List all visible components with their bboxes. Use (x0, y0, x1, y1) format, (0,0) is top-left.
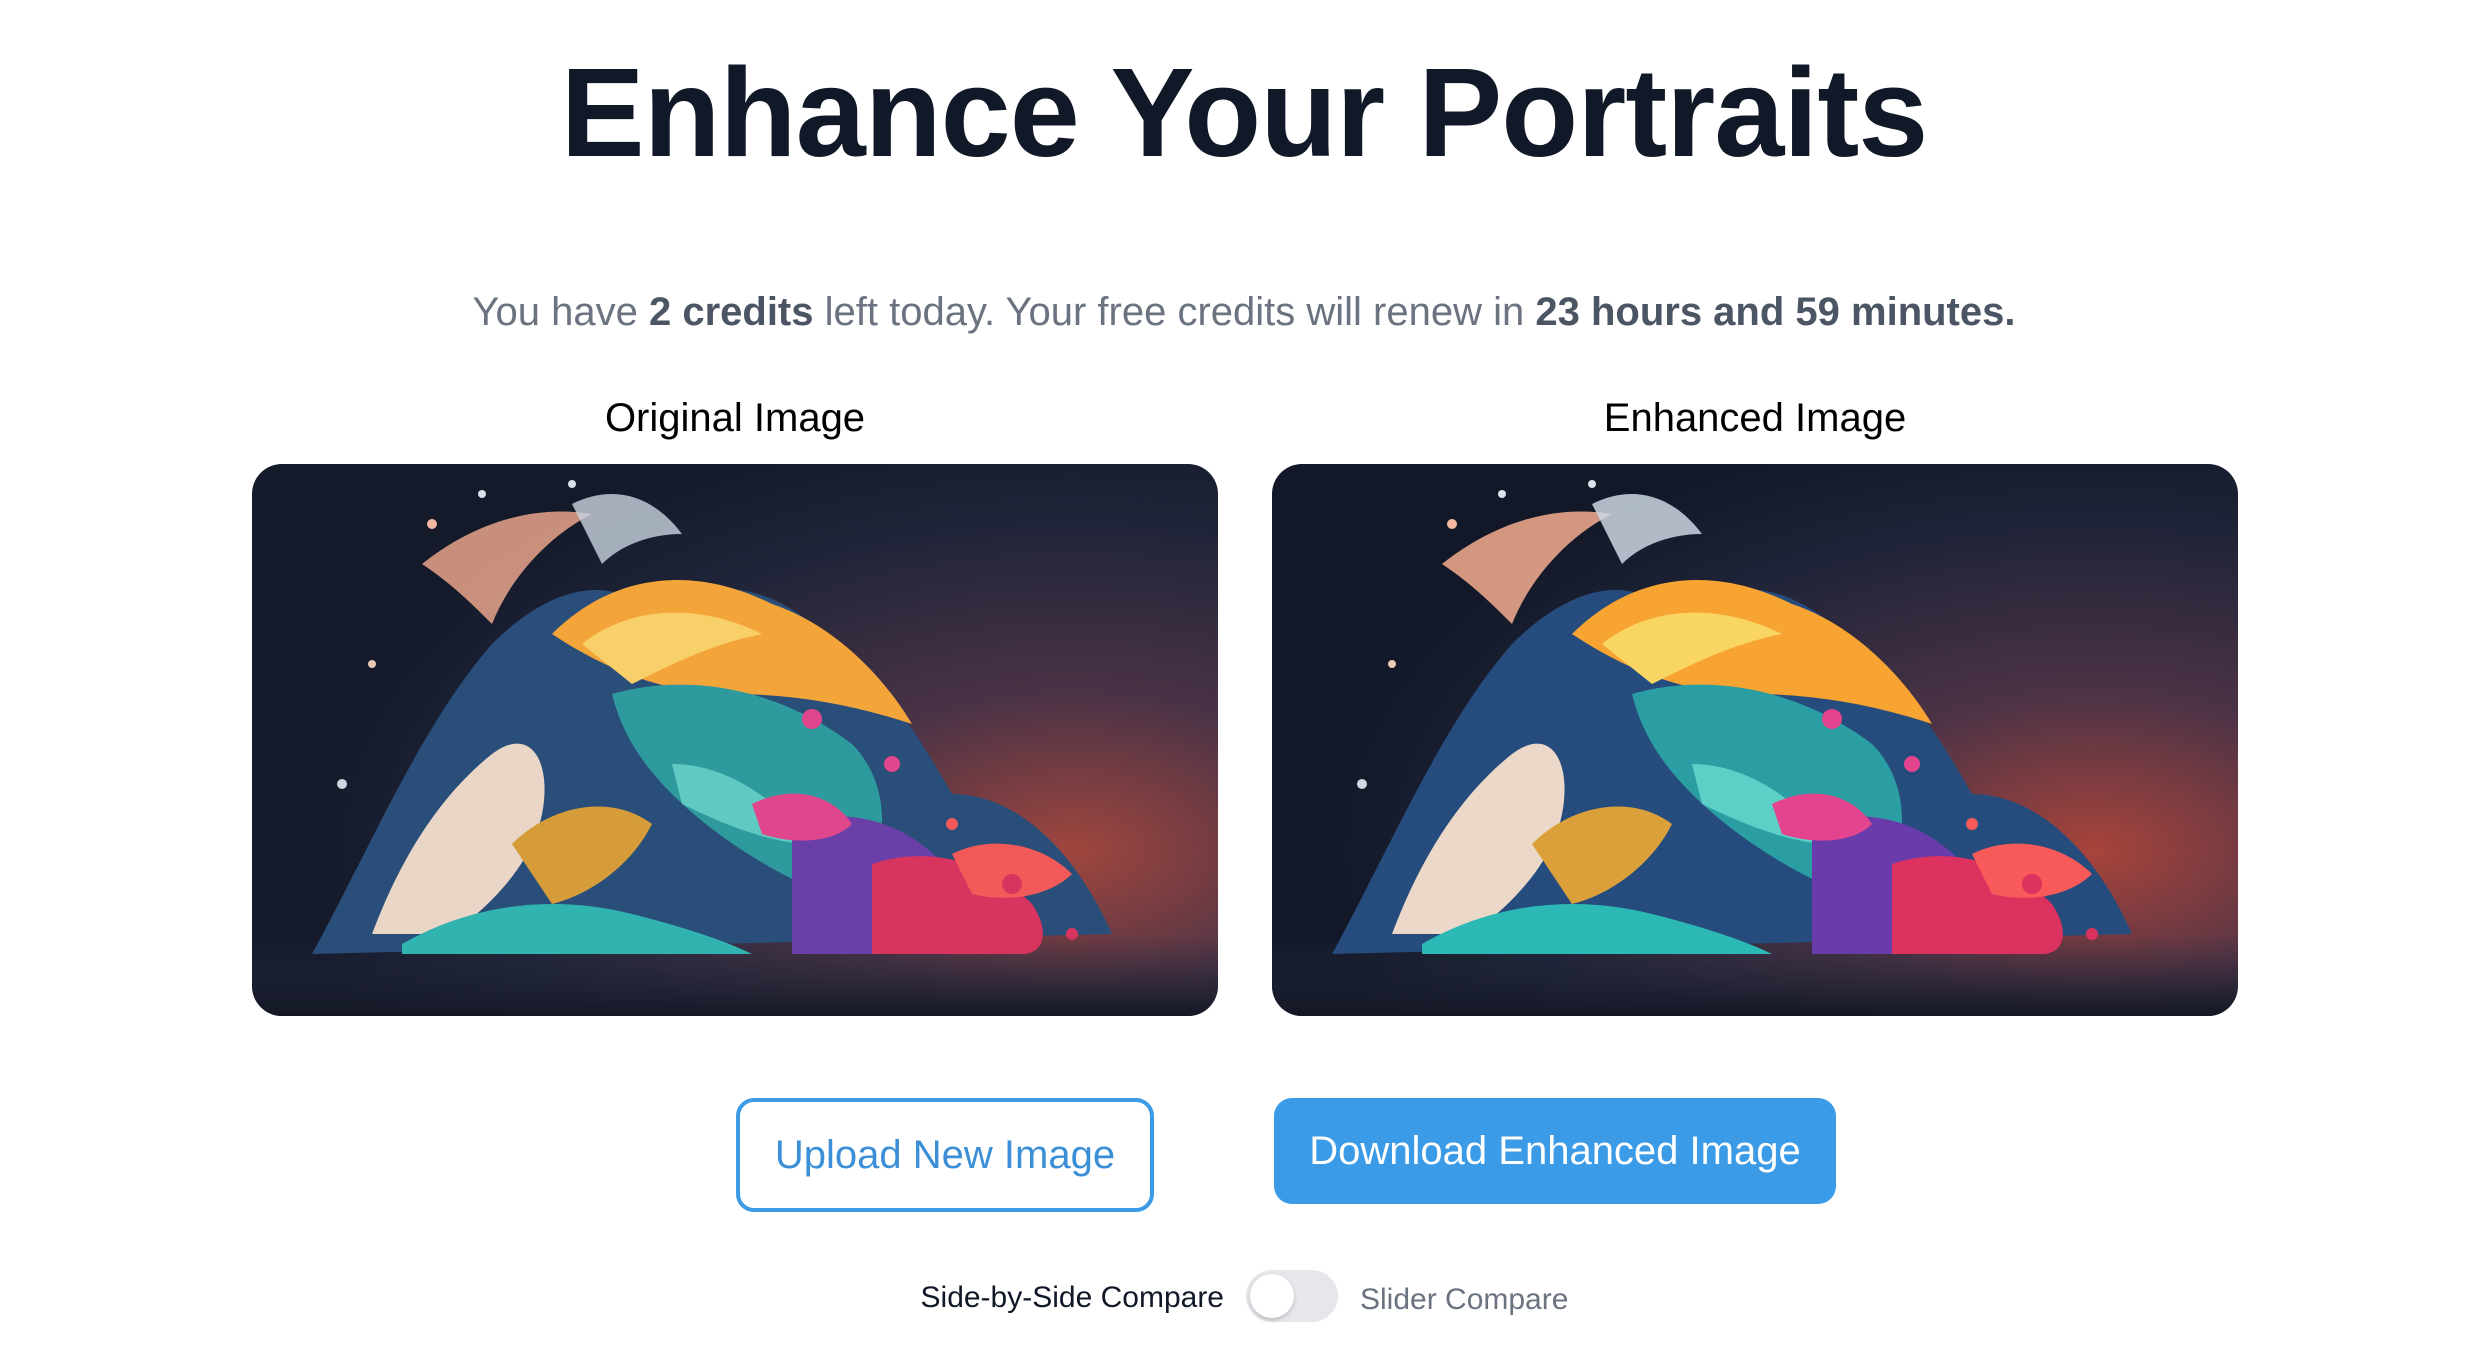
credits-prefix: You have (472, 290, 649, 334)
enhanced-image (1272, 464, 2238, 1016)
original-image (252, 464, 1218, 1016)
side-by-side-compare-label: Side-by-Side Compare (920, 1281, 1224, 1314)
upload-new-image-button[interactable]: Upload New Image (736, 1098, 1154, 1212)
renew-time: 23 hours and 59 minutes. (1535, 290, 2016, 334)
compare-mode-toggle-row: Side-by-Side Compare Slider Compare (0, 1270, 2488, 1330)
original-image-label: Original Image (604, 396, 866, 440)
page-title: Enhance Your Portraits (560, 42, 1929, 183)
credits-count: 2 credits (648, 290, 814, 334)
credits-notice: You have 2 credits left today. Your free… (0, 284, 2488, 340)
enhanced-image-label: Enhanced Image (1603, 396, 1907, 440)
download-enhanced-image-button[interactable]: Download Enhanced Image (1274, 1098, 1836, 1204)
credits-middle: left today. Your free credits will renew… (813, 290, 1536, 334)
slider-compare-label: Slider Compare (1360, 1283, 1569, 1316)
switch-knob (1250, 1274, 1294, 1318)
compare-mode-switch[interactable] (1246, 1270, 1338, 1322)
